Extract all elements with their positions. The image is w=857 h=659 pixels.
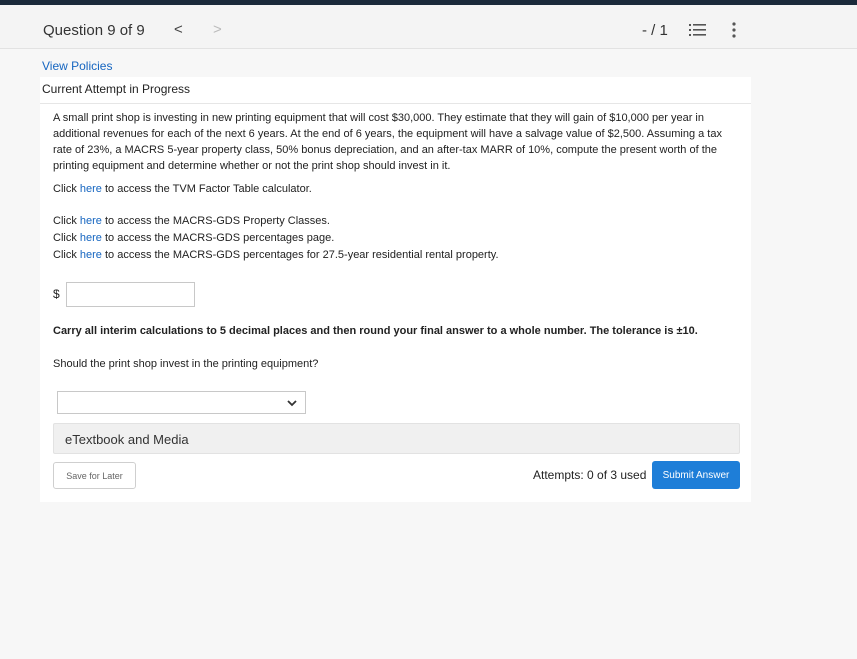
link-suffix: to access the MACRS-GDS Property Classes… (101, 215, 330, 227)
attempts-counter: Attempts: 0 of 3 used (533, 468, 647, 482)
question-header: Question 9 of 9 < > - / 1 (0, 5, 857, 49)
etextbook-label: eTextbook and Media (65, 432, 189, 447)
rounding-instructions: Carry all interim calculations to 5 deci… (53, 325, 698, 337)
question-text: A small print shop is investing in new p… (53, 112, 722, 172)
invest-question: Should the print shop invest in the prin… (53, 358, 319, 370)
link-prefix: Click (53, 215, 80, 227)
attempt-status: Current Attempt in Progress (42, 82, 191, 96)
macrs-percentages-line: Click here to access the MACRS-GDS perce… (53, 232, 334, 244)
invest-decision-dropdown[interactable] (57, 391, 306, 414)
question-number: Question 9 of 9 (43, 22, 145, 39)
macrs-residential-link[interactable]: here (80, 249, 102, 261)
present-worth-input[interactable] (66, 282, 195, 307)
link-suffix: to access the MACRS-GDS percentages for … (101, 249, 499, 261)
macrs-classes-line: Click here to access the MACRS-GDS Prope… (53, 215, 330, 227)
macrs-residential-line: Click here to access the MACRS-GDS perce… (53, 249, 499, 261)
save-for-later-button[interactable]: Save for Later (53, 462, 136, 489)
question-list-icon[interactable] (689, 23, 706, 37)
previous-question-button[interactable]: < (174, 21, 183, 38)
divider (40, 103, 751, 104)
link-prefix: Click (53, 183, 80, 195)
score-display: - / 1 (642, 22, 668, 39)
link-prefix: Click (53, 249, 80, 261)
link-suffix: to access the MACRS-GDS percentages page… (101, 232, 335, 244)
tvm-calculator-line: Click here to access the TVM Factor Tabl… (53, 183, 312, 195)
tvm-calculator-link[interactable]: here (80, 183, 102, 195)
link-prefix: Click (53, 232, 80, 244)
macrs-percentages-link[interactable]: here (80, 232, 102, 244)
next-question-button[interactable]: > (213, 21, 222, 38)
link-suffix: to access the TVM Factor Table calculato… (101, 183, 312, 195)
currency-symbol: $ (53, 287, 60, 301)
etextbook-media-panel[interactable]: eTextbook and Media (53, 423, 740, 454)
chevron-down-icon (287, 400, 297, 407)
macrs-classes-link[interactable]: here (80, 215, 102, 227)
submit-answer-button[interactable]: Submit Answer (652, 461, 740, 489)
more-options-icon[interactable] (731, 22, 737, 38)
view-policies-link[interactable]: View Policies (42, 59, 112, 73)
